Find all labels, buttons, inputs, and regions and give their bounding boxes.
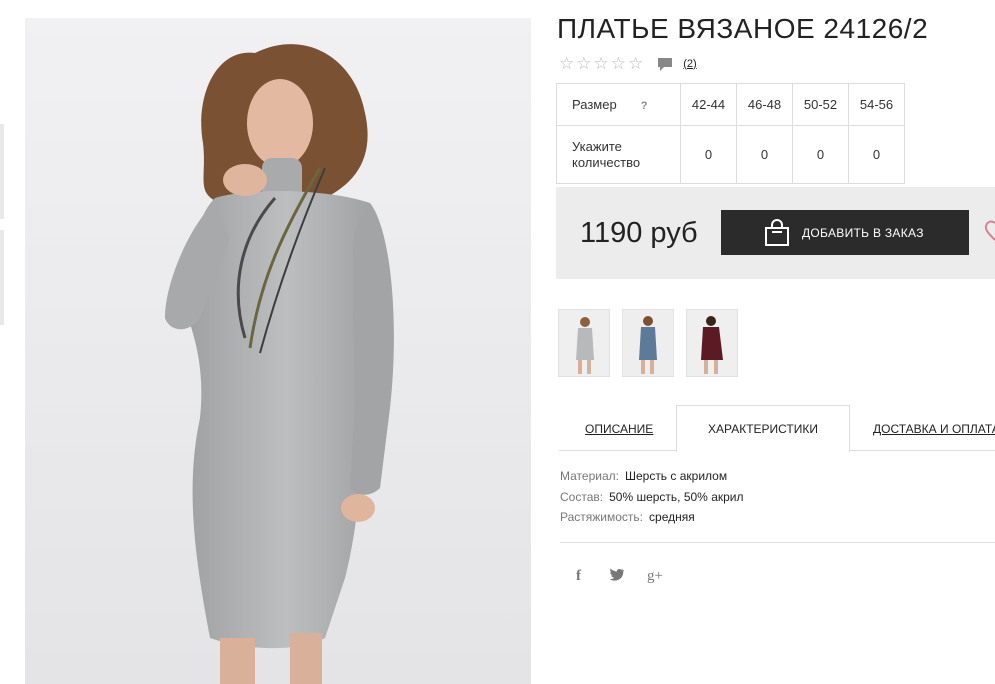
characteristic-key: Состав: xyxy=(560,489,604,504)
characteristic-key: Материал: xyxy=(560,469,619,483)
help-icon[interactable]: ? xyxy=(641,100,648,112)
main-product-photo xyxy=(25,18,531,684)
tab-description[interactable]: ОПИСАНИЕ xyxy=(585,422,653,436)
add-to-order-label: ДОБАВИТЬ В ЗАКАЗ xyxy=(802,225,924,240)
size-table: Размер? 42-44 46-48 50-52 54-56 Укажите … xyxy=(556,83,905,184)
characteristic-row: Состав: 50% шерсть, 50% акрил xyxy=(560,490,744,511)
rating-stars[interactable]: ☆ ☆ ☆ ☆ ☆ xyxy=(559,55,643,72)
quantity-label-line1: Укажите xyxy=(572,138,622,154)
characteristic-value: 50% шерсть, 50% акрил xyxy=(609,489,744,504)
color-thumb-grey[interactable] xyxy=(558,309,610,377)
twitter-icon[interactable] xyxy=(609,568,625,585)
quantity-input[interactable]: 0 xyxy=(792,125,849,184)
color-thumbnails xyxy=(558,309,738,377)
quantity-input[interactable]: 0 xyxy=(680,125,737,184)
tab-delivery[interactable]: ДОСТАВКА И ОПЛАТА xyxy=(873,422,995,436)
comment-icon xyxy=(657,57,673,71)
price: 1190 руб xyxy=(580,217,698,249)
reviews-link[interactable]: (2) xyxy=(683,58,696,70)
product-title: ПЛАТЬЕ ВЯЗАНОЕ 24126/2 xyxy=(557,13,929,44)
characteristic-row: Материал: Шерсть с акрилом xyxy=(560,469,744,490)
star-icon[interactable]: ☆ xyxy=(628,55,643,72)
characteristic-value: Шерсть с акрилом xyxy=(624,469,728,483)
heart-icon[interactable] xyxy=(981,219,995,243)
star-icon[interactable]: ☆ xyxy=(576,55,591,72)
characteristic-key: Растяжимость: xyxy=(560,510,644,524)
size-cell: 46-48 xyxy=(736,83,793,126)
star-icon[interactable]: ☆ xyxy=(611,55,626,72)
characteristics-list: Материал: Шерсть с акрилом Состав: 50% шер… xyxy=(560,469,744,531)
characteristic-row: Растяжимость: средняя xyxy=(560,510,744,531)
size-cell: 54-56 xyxy=(848,83,905,126)
quantity-input[interactable]: 0 xyxy=(848,125,905,184)
size-cell: 42-44 xyxy=(680,83,737,126)
quantity-label: Укажите количество xyxy=(556,125,681,184)
characteristic-value: средняя xyxy=(649,510,695,524)
thumbnail-edge-1[interactable] xyxy=(0,124,4,219)
size-header-label: Размер xyxy=(572,97,617,112)
add-to-order-button[interactable]: ДОБАВИТЬ В ЗАКАЗ xyxy=(721,210,969,255)
shopping-bag-icon xyxy=(765,218,789,246)
star-icon[interactable]: ☆ xyxy=(559,55,574,72)
thumbnail-edge-2[interactable] xyxy=(0,230,4,325)
quantity-input[interactable]: 0 xyxy=(736,125,793,184)
size-header: Размер? xyxy=(556,83,681,126)
color-thumb-burgundy[interactable] xyxy=(686,309,738,377)
googleplus-icon[interactable]: g+ xyxy=(647,568,663,585)
size-cell: 50-52 xyxy=(792,83,849,126)
star-icon[interactable]: ☆ xyxy=(594,55,609,72)
quantity-label-line2: количество xyxy=(572,154,641,170)
color-thumb-blue[interactable] xyxy=(622,309,674,377)
tab-characteristics[interactable]: ХАРАКТЕРИСТИКИ xyxy=(676,405,850,452)
price-block: 1190 руб ДОБАВИТЬ В ЗАКАЗ xyxy=(556,187,995,279)
divider xyxy=(560,542,995,543)
tab-characteristics-label: ХАРАКТЕРИСТИКИ xyxy=(707,422,818,436)
facebook-icon[interactable]: f xyxy=(576,568,581,585)
rating-row: ☆ ☆ ☆ ☆ ☆ (2) xyxy=(559,55,697,72)
